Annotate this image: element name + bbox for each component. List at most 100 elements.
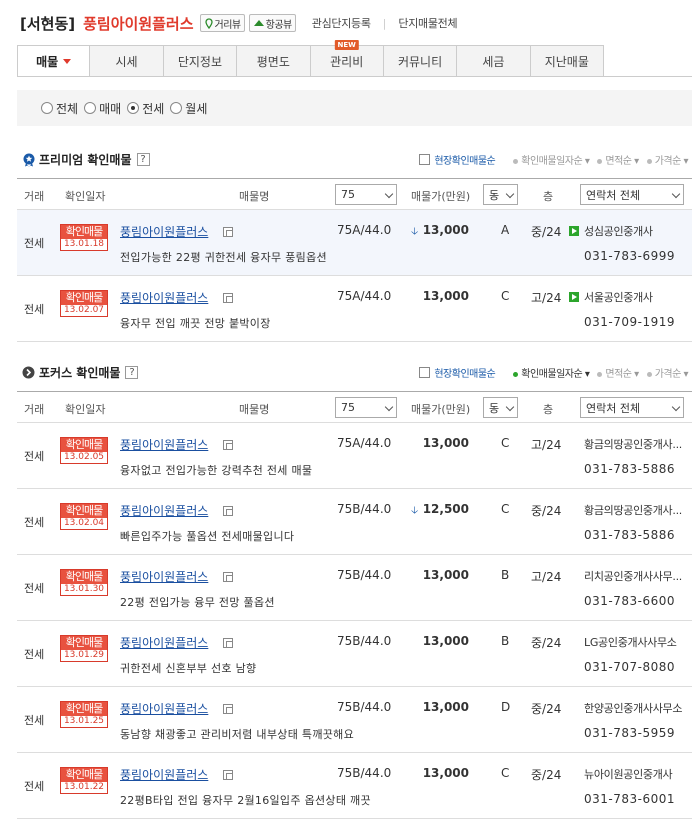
verified-date: 13.01.25 — [63, 716, 105, 726]
premium-listing-list: 전세 확인매물 13.01.18 풍림아이원플러스 전입가능한 22평 귀한전세 융자무… — [17, 210, 692, 342]
tab-7[interactable]: 지난매물 — [530, 45, 604, 77]
popup-window-icon[interactable] — [223, 227, 233, 237]
popup-window-icon[interactable] — [223, 770, 233, 780]
agent-name[interactable]: 뉴아이원공인중개사 — [584, 766, 673, 782]
col-date: 확인일자 — [65, 190, 106, 203]
verified-stamp: 확인매물 13.01.30 — [60, 569, 108, 596]
premium-header: 프리미엄 확인매물 ? 현장확인매물순 확인매물일자순 ▾ 면적순 ▾ 가격순 … — [17, 142, 692, 178]
radio-option[interactable]: 전체 — [41, 100, 78, 117]
tab-5[interactable]: 커뮤니티 — [383, 45, 458, 77]
agent-name[interactable]: 황금의땅공인중개사... — [584, 502, 682, 518]
popup-window-icon[interactable] — [223, 704, 233, 714]
premium-sort-area[interactable]: 면적순 ▾ — [597, 152, 639, 167]
listing-row[interactable]: 전세 확인매물 13.01.18 풍림아이원플러스 전입가능한 22평 귀한전세 융자무… — [17, 210, 692, 276]
radio-button[interactable] — [41, 102, 53, 114]
stamp-label: 확인매물 — [61, 570, 107, 584]
agent-name[interactable]: 성심공인중개사 — [584, 223, 653, 239]
listing-price: 13,000 — [422, 766, 469, 780]
premium-star-icon — [23, 153, 35, 167]
premium-title-text: 프리미엄 확인매물 — [39, 153, 132, 167]
radio-button[interactable] — [170, 102, 183, 114]
verified-stamp: 확인매물 13.02.07 — [60, 290, 108, 317]
focus-help-icon[interactable]: ? — [125, 366, 139, 379]
popup-window-icon[interactable] — [223, 572, 233, 582]
listing-name-link[interactable]: 풍림아이원플러스 — [120, 634, 208, 651]
listing-name-link[interactable]: 풍림아이원플러스 — [120, 568, 208, 585]
sort-dot-icon — [513, 158, 519, 164]
premium-sort-price[interactable]: 가격순 ▾ — [646, 152, 689, 167]
tab-1[interactable]: 시세 — [90, 45, 164, 77]
radio-option[interactable]: 월세 — [170, 100, 207, 117]
focus-onsite-checkbox[interactable] — [419, 367, 431, 378]
listing-row[interactable]: 전세 확인매물 13.01.25 풍림아이원플러스 동남향 채광좋고 관리비저렴 내부상… — [17, 687, 692, 753]
complex-name[interactable]: 풍림아이원플러스 — [83, 13, 193, 34]
listing-area: 75B/44.0 — [337, 766, 392, 780]
tab-3[interactable]: 평면도 — [237, 45, 311, 77]
listing-row[interactable]: 전세 확인매물 13.02.05 풍림아이원플러스 융자없고 전입가능한 강력추천 전세… — [17, 423, 692, 489]
listing-name-link[interactable]: 풍림아이원플러스 — [120, 223, 208, 240]
popup-window-icon[interactable] — [223, 506, 233, 516]
listing-name-link[interactable]: 풍림아이원플러스 — [120, 766, 208, 783]
listing-price: 13,000 — [422, 436, 469, 450]
listing-row[interactable]: 전세 확인매물 13.01.22 풍림아이원플러스 22평B타입 전입 융자무 2월16… — [17, 753, 692, 819]
premium-sort-date[interactable]: 확인매물일자순 ▾ — [513, 152, 590, 167]
popup-window-icon[interactable] — [223, 293, 233, 303]
listing-name-link[interactable]: 풍림아이원플러스 — [120, 502, 208, 519]
listing-row[interactable]: 전세 확인매물 13.02.07 풍림아이원플러스 융자무 전입 깨끗 전망 붙박이장 7… — [17, 276, 692, 342]
listing-description: 융자없고 전입가능한 강력추천 전세 매물 — [120, 464, 313, 477]
focus-sort-area[interactable]: 면적순 ▾ — [597, 365, 639, 380]
tab-4[interactable]: 관리비 NEW — [310, 40, 384, 77]
listing-name-link[interactable]: 풍림아이원플러스 — [120, 700, 208, 717]
agent-play-icon[interactable] — [569, 226, 579, 236]
radio-option[interactable]: 전세 — [127, 100, 164, 117]
all-listings-link[interactable]: 단지매물전체 — [398, 15, 457, 31]
area-select[interactable]: 75 — [335, 184, 397, 205]
verified-date: 13.02.04 — [63, 518, 105, 528]
street-view-button[interactable]: 거리뷰 — [199, 14, 245, 32]
verified-date: 13.01.22 — [63, 782, 105, 792]
chevron-down-icon — [505, 402, 515, 412]
tab-2[interactable]: 단지정보 — [163, 45, 238, 77]
radio-button[interactable] — [84, 102, 97, 114]
focus-sort-price[interactable]: 가격순 ▾ — [646, 365, 689, 380]
agent-select[interactable]: 연락처 전체 — [580, 397, 684, 418]
listing-row[interactable]: 전세 확인매물 13.02.04 풍림아이원플러스 빠른입주가능 풀옵션 전세매물입니다… — [17, 489, 692, 555]
agent-select[interactable]: 연락처 전체 — [580, 184, 684, 205]
agent-phone: 031-709-1919 — [584, 315, 676, 329]
radio-button[interactable] — [127, 102, 140, 114]
col-type: 거래 — [24, 403, 45, 416]
listing-name-link[interactable]: 풍림아이원플러스 — [120, 436, 208, 453]
listing-floor: 고/24 — [531, 570, 562, 584]
premium-onsite-checkbox[interactable] — [419, 154, 431, 165]
premium-help-icon[interactable]: ? — [136, 153, 150, 166]
dong-select[interactable]: 동 — [483, 397, 518, 418]
premium-onsite-label[interactable]: 현장확인매물순 — [434, 152, 495, 167]
radio-option[interactable]: 매매 — [84, 100, 121, 117]
deal-type: 전세 — [24, 648, 45, 661]
tab-0[interactable]: 매물 — [17, 45, 91, 77]
agent-play-icon[interactable] — [569, 292, 579, 302]
focus-sort-date[interactable]: 확인매물일자순 ▾ — [513, 365, 590, 380]
stamp-label: 확인매물 — [61, 504, 107, 518]
agent-name[interactable]: 황금의땅공인중개사... — [584, 436, 682, 452]
tab-6[interactable]: 세금 — [457, 45, 531, 77]
listing-row[interactable]: 전세 확인매물 13.01.30 풍림아이원플러스 22평 전입가능 융무 전망 풀옵션… — [17, 555, 692, 621]
area-select[interactable]: 75 — [335, 397, 397, 418]
listing-floor: 고/24 — [531, 291, 562, 305]
agent-name[interactable]: 리치공인중개사사무... — [584, 568, 682, 584]
listing-name-link[interactable]: 풍림아이원플러스 — [120, 289, 208, 306]
popup-window-icon[interactable] — [223, 440, 233, 450]
listing-row[interactable]: 전세 확인매물 13.01.29 풍림아이원플러스 귀한전세 신혼부부 선호 남향 75B… — [17, 621, 692, 687]
agent-name[interactable]: 서울공인중개사 — [584, 289, 653, 305]
watch-complex-link[interactable]: 관심단지등록 — [312, 15, 371, 31]
agent-name[interactable]: LG공인중개사사무소 — [584, 634, 677, 650]
popup-window-icon[interactable] — [223, 638, 233, 648]
agent-name[interactable]: 한양공인중개사사무소 — [584, 700, 683, 716]
dong-select[interactable]: 동 — [483, 184, 518, 205]
tab-label: 지난매물 — [544, 54, 589, 69]
listing-floor: 고/24 — [531, 438, 562, 452]
focus-onsite-label[interactable]: 현장확인매물순 — [434, 365, 495, 380]
listing-price: 13,000 — [422, 223, 469, 237]
col-floor: 층 — [543, 190, 554, 203]
aerial-view-button[interactable]: 항공뷰 — [248, 14, 296, 32]
